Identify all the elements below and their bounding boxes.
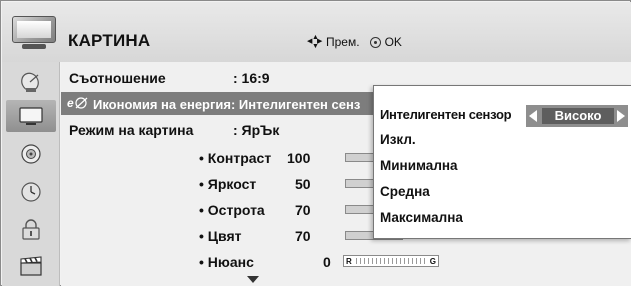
tint-green-label: G (429, 257, 436, 266)
energy-saving-label: Икономия на енергия: Интелигентен сенз (93, 97, 361, 112)
tint-red-label: R (346, 257, 352, 266)
energy-saving-icon: e (67, 96, 89, 113)
nav-hint: ▲ ▼ ◀ ▶ Прем. OK (307, 34, 402, 50)
sidebar-item-audio[interactable] (6, 138, 56, 170)
sidebar-item-picture[interactable] (6, 100, 56, 132)
tv-icon (12, 16, 56, 50)
tint-slider[interactable]: R G (343, 255, 439, 267)
tv-icon (19, 107, 43, 125)
picture-menu-window: КАРТИНА ▲ ▼ ◀ ▶ Прем. OK Съотношение: 1… (0, 0, 631, 286)
popup-option-medium[interactable]: Средна (380, 184, 430, 199)
popup-option-maximum[interactable]: Максимална (380, 210, 463, 225)
dpad-icon: ▲ ▼ ◀ ▶ (307, 34, 323, 50)
slider-row-tint[interactable]: • Нюанс 0 R G (61, 250, 631, 273)
satellite-dish-icon (21, 72, 39, 92)
popup-option-smart-sensor[interactable]: Интелигентен сензор Високо (380, 105, 630, 127)
picture-mode-value: : ЯрЪк (233, 122, 280, 138)
popup-option-minimum[interactable]: Минимална (380, 158, 458, 173)
sidebar (2, 62, 60, 286)
slider-label: • Цвят (199, 228, 242, 244)
chevron-left-icon[interactable] (529, 110, 537, 122)
picture-mode-label: Режим на картина (69, 122, 194, 138)
slider-label: • Яркост (199, 176, 257, 192)
ok-label: OK (384, 35, 402, 49)
slider-label: • Нюанс (199, 254, 254, 270)
slider-value: 70 (295, 228, 311, 244)
sidebar-item-channel[interactable] (6, 66, 56, 98)
popup-option-off[interactable]: Изкл. (380, 132, 416, 147)
selector-value: Високо (542, 108, 614, 124)
sidebar-item-lock[interactable] (6, 214, 56, 246)
slider-label: • Острота (199, 202, 265, 218)
clapperboard-icon (20, 256, 42, 276)
popup-option-label: Интелигентен сензор (380, 107, 512, 122)
clock-icon (21, 182, 41, 202)
aspect-ratio-value: : 16:9 (233, 70, 270, 86)
slider-value: 100 (287, 150, 311, 166)
chevron-right-icon[interactable] (617, 110, 625, 122)
menu-header: КАРТИНА ▲ ▼ ◀ ▶ Прем. OK (2, 2, 631, 62)
energy-saving-popup: Интелигентен сензор Високо Изкл. Минимал… (373, 85, 631, 239)
nav-hint-label: Прем. (326, 35, 360, 49)
page-title: КАРТИНА (68, 31, 151, 50)
scroll-down-icon[interactable] (247, 276, 259, 283)
slider-label: • Контраст (199, 150, 272, 166)
ok-button-icon (369, 36, 381, 48)
svg-text:e: e (67, 96, 74, 110)
slider-value: 0 (323, 254, 331, 270)
sensor-level-selector[interactable]: Високо (526, 105, 628, 127)
sidebar-item-time[interactable] (6, 176, 56, 208)
speaker-icon (21, 144, 41, 164)
slider-value: 70 (295, 202, 311, 218)
slider-value: 50 (295, 176, 311, 192)
sidebar-item-media[interactable] (6, 250, 56, 282)
lock-icon (22, 219, 40, 240)
aspect-ratio-label: Съотношение (69, 70, 166, 86)
